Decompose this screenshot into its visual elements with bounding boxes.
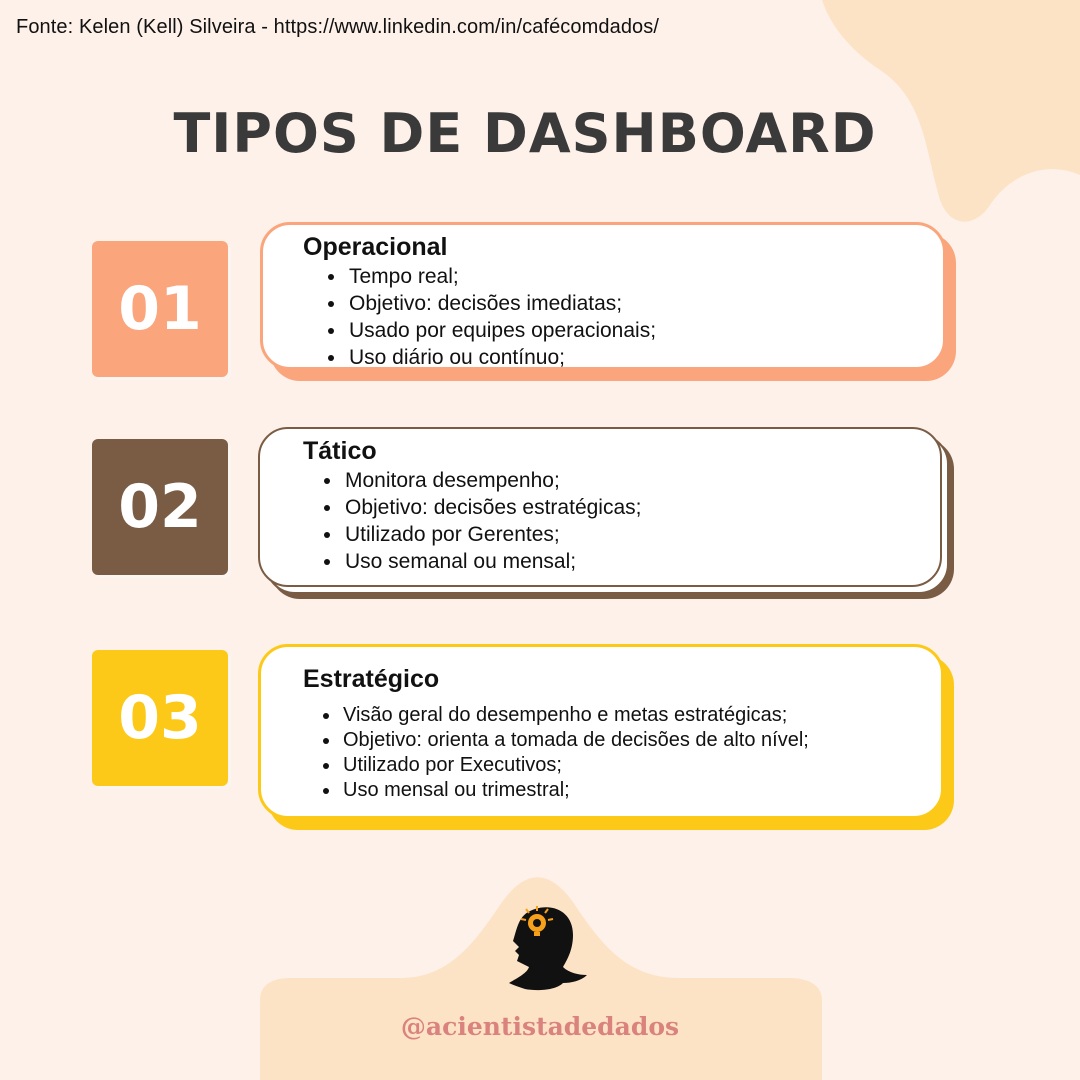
number-label: 01 [118,274,202,344]
card-estrategico: Estratégico Visão geral do desempenho e … [258,644,944,819]
list-item: Visão geral do desempenho e metas estrat… [341,703,809,728]
card-operacional: Operacional Tempo real; Objetivo: decisõ… [260,222,946,370]
list-item: Utilizado por Gerentes; [343,521,641,548]
list-item: Objetivo: decisões imediatas; [347,290,656,317]
list-item: Usado por equipes operacionais; [347,317,656,344]
instagram-handle: @acientistadedados [400,1012,680,1041]
list-item: Objetivo: orienta a tomada de decisões d… [341,728,809,753]
list-item: Uso semanal ou mensal; [343,548,641,575]
number-badge-02: 02 [92,439,228,575]
card-tatico: Tático Monitora desempenho; Objetivo: de… [258,427,942,587]
number-label: 03 [118,683,202,753]
list-item: Utilizado por Executivos; [341,753,809,778]
number-badge-01: 01 [92,241,228,377]
list-item: Uso diário ou contínuo; [347,344,656,371]
woman-silhouette-lightbulb-icon [509,906,587,991]
list-item: Tempo real; [347,263,656,290]
number-badge-03: 03 [92,650,228,786]
list-item: Monitora desempenho; [343,467,641,494]
page-title: TIPOS DE DASHBOARD [173,102,877,165]
list-item: Uso mensal ou trimestral; [341,778,809,803]
source-credit: Fonte: Kelen (Kell) Silveira - https://w… [16,16,660,38]
bullet-list: Tempo real; Objetivo: decisões imediatas… [325,263,656,371]
card-title: Operacional [303,233,448,261]
bullet-list: Monitora desempenho; Objetivo: decisões … [321,467,641,575]
card-title: Estratégico [303,665,440,693]
number-label: 02 [118,472,202,542]
list-item: Objetivo: decisões estratégicas; [343,494,641,521]
bullet-list: Visão geral do desempenho e metas estrat… [319,703,809,803]
card-title: Tático [303,437,377,465]
